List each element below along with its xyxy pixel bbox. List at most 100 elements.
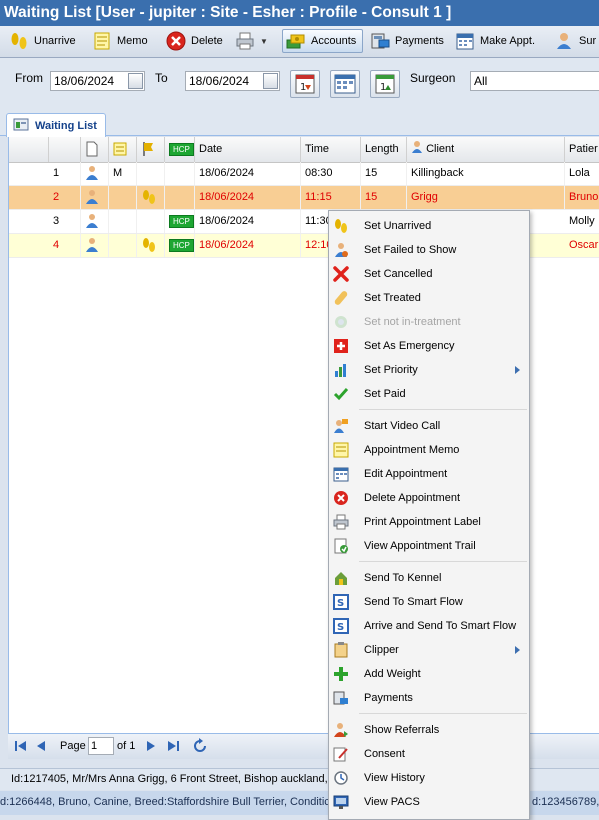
status-header[interactable] bbox=[49, 137, 81, 162]
client-column-header[interactable]: Client bbox=[407, 137, 565, 162]
menu-item-start-video-call[interactable]: Start Video Call bbox=[329, 414, 529, 438]
menu-item-payments[interactable]: Payments bbox=[329, 686, 529, 710]
patient-info-right: d:123456789, bbox=[532, 796, 599, 808]
menu-item-edit-appointment[interactable]: Edit Appointment bbox=[329, 462, 529, 486]
row-number: 4 bbox=[49, 234, 81, 257]
first-page-icon[interactable] bbox=[14, 740, 28, 755]
smart-flow-icon: S bbox=[333, 594, 349, 610]
surgeon-filter-label: Surgeon bbox=[410, 71, 456, 85]
user-icon bbox=[412, 141, 422, 153]
menu-item-set-as-emergency[interactable]: Set As Emergency bbox=[329, 334, 529, 358]
row-number: 1 bbox=[49, 162, 81, 185]
hcp-cell: HCP bbox=[165, 210, 195, 233]
to-date-field[interactable]: 18/06/2024 bbox=[185, 71, 280, 91]
menu-item-set-treated[interactable]: Set Treated bbox=[329, 286, 529, 310]
menu-item-send-to-kennel[interactable]: Send To Kennel bbox=[329, 566, 529, 590]
previous-page-icon[interactable] bbox=[35, 740, 47, 755]
surgeon-label: Sur bbox=[579, 35, 597, 47]
menu-item-set-unarrived[interactable]: Set Unarrived bbox=[329, 214, 529, 238]
from-date-value: 18/06/2024 bbox=[54, 74, 115, 88]
delete-button[interactable]: Delete bbox=[163, 29, 226, 53]
hcp-badge: HCP bbox=[169, 239, 194, 252]
delete-label: Delete bbox=[191, 35, 223, 47]
date-column-header[interactable]: Date bbox=[195, 137, 301, 162]
tab-waiting-list[interactable]: Waiting List bbox=[6, 113, 106, 137]
next-day-button[interactable]: 1 bbox=[370, 70, 400, 98]
calendar-picker-icon[interactable] bbox=[128, 73, 143, 89]
table-row-selected[interactable]: 2 18/06/2024 11:15 15 Grigg Bruno bbox=[9, 186, 599, 210]
patient-cell: Molly bbox=[565, 210, 599, 233]
last-page-icon[interactable] bbox=[166, 740, 180, 755]
menu-item-view-history[interactable]: View History bbox=[329, 766, 529, 790]
payments-button[interactable]: Payments bbox=[367, 29, 447, 53]
previous-day-button[interactable]: 1 bbox=[290, 70, 320, 98]
document-column-header[interactable] bbox=[81, 137, 109, 162]
menu-item-view-pacs[interactable]: View PACS bbox=[329, 790, 529, 814]
menu-item-view-appointment-trail[interactable]: View Appointment Trail bbox=[329, 534, 529, 558]
menu-item-add-weight[interactable]: Add Weight bbox=[329, 662, 529, 686]
refresh-icon[interactable] bbox=[192, 738, 208, 757]
menu-separator bbox=[359, 409, 527, 410]
payments-label: Payments bbox=[395, 35, 444, 47]
menu-item-set-cancelled[interactable]: Set Cancelled bbox=[329, 262, 529, 286]
client-status-icon bbox=[81, 186, 109, 209]
page-number-input[interactable]: 1 bbox=[88, 737, 114, 755]
user-icon bbox=[554, 31, 574, 51]
context-menu: Set Unarrived Set Failed to Show Set Can… bbox=[328, 210, 530, 820]
menu-label: Set not in-treatment bbox=[364, 316, 461, 328]
menu-item-set-paid[interactable]: Set Paid bbox=[329, 382, 529, 406]
memo-cell: M bbox=[109, 162, 137, 185]
date-cell: 18/06/2024 bbox=[195, 210, 301, 233]
menu-item-set-failed-to-show[interactable]: Set Failed to Show bbox=[329, 238, 529, 262]
footprints-icon bbox=[333, 218, 349, 234]
menu-label: Appointment Memo bbox=[364, 444, 460, 456]
calendar-view-button[interactable] bbox=[330, 70, 360, 98]
row-number: 2 bbox=[49, 186, 81, 209]
next-page-icon[interactable] bbox=[145, 740, 157, 755]
patient-info-text: d:1266448, Bruno, Canine, Breed:Stafford… bbox=[0, 796, 330, 808]
menu-item-set-priority[interactable]: Set Priority bbox=[329, 358, 529, 382]
patient-cell: Bruno bbox=[565, 186, 599, 209]
hcp-column-header[interactable]: HCP bbox=[165, 137, 195, 162]
length-column-header[interactable]: Length bbox=[361, 137, 407, 162]
menu-item-show-referrals[interactable]: Show Referrals bbox=[329, 718, 529, 742]
clipboard-icon bbox=[333, 642, 349, 658]
client-status-icon bbox=[81, 210, 109, 233]
surgeon-select[interactable]: All bbox=[470, 71, 599, 91]
menu-item-clipper[interactable]: Clipper bbox=[329, 638, 529, 662]
menu-item-arrive-and-send-to-smart-flow[interactable]: S Arrive and Send To Smart Flow bbox=[329, 614, 529, 638]
table-row[interactable]: 1 M 18/06/2024 08:30 15 Killingback Lola bbox=[9, 162, 599, 186]
time-column-header[interactable]: Time bbox=[301, 137, 361, 162]
status-cell bbox=[137, 210, 165, 233]
hcp-badge: HCP bbox=[169, 215, 194, 228]
flag-column-header[interactable] bbox=[137, 137, 165, 162]
menu-item-delete-appointment[interactable]: Delete Appointment bbox=[329, 486, 529, 510]
menu-label: Set As Emergency bbox=[364, 340, 455, 352]
patient-column-header[interactable]: Patier bbox=[565, 137, 599, 162]
memo-column-header[interactable] bbox=[109, 137, 137, 162]
menu-item-send-to-smart-flow[interactable]: S Send To Smart Flow bbox=[329, 590, 529, 614]
print-button[interactable]: ▼ bbox=[232, 29, 271, 53]
printer-icon bbox=[235, 31, 255, 51]
memo-button[interactable]: Memo bbox=[89, 29, 151, 53]
surgeon-select-value: All bbox=[474, 74, 488, 88]
calendar-picker-icon[interactable] bbox=[263, 73, 278, 89]
menu-item-appointment-memo[interactable]: Appointment Memo bbox=[329, 438, 529, 462]
bandage-icon bbox=[333, 290, 349, 306]
menu-label: Edit Appointment bbox=[364, 468, 448, 480]
client-cell: Grigg bbox=[407, 186, 565, 209]
hcp-cell: HCP bbox=[165, 234, 195, 257]
menu-label: Set Paid bbox=[364, 388, 406, 400]
smart-flow-icon: S bbox=[333, 618, 349, 634]
menu-item-print-appointment-label[interactable]: Print Appointment Label bbox=[329, 510, 529, 534]
svg-text:S: S bbox=[337, 622, 344, 633]
kennel-icon bbox=[333, 570, 349, 586]
make-appointment-button[interactable]: Make Appt. bbox=[452, 29, 538, 53]
menu-item-consent[interactable]: Consent bbox=[329, 742, 529, 766]
from-date-field[interactable]: 18/06/2024 bbox=[50, 71, 145, 91]
accounts-button[interactable]: Accounts bbox=[282, 29, 363, 53]
unarrive-button[interactable]: Unarrive bbox=[6, 29, 79, 53]
surgeon-button[interactable]: Sur bbox=[551, 29, 599, 53]
client-column-label: Client bbox=[426, 143, 455, 155]
make-appointment-label: Make Appt. bbox=[480, 35, 536, 47]
